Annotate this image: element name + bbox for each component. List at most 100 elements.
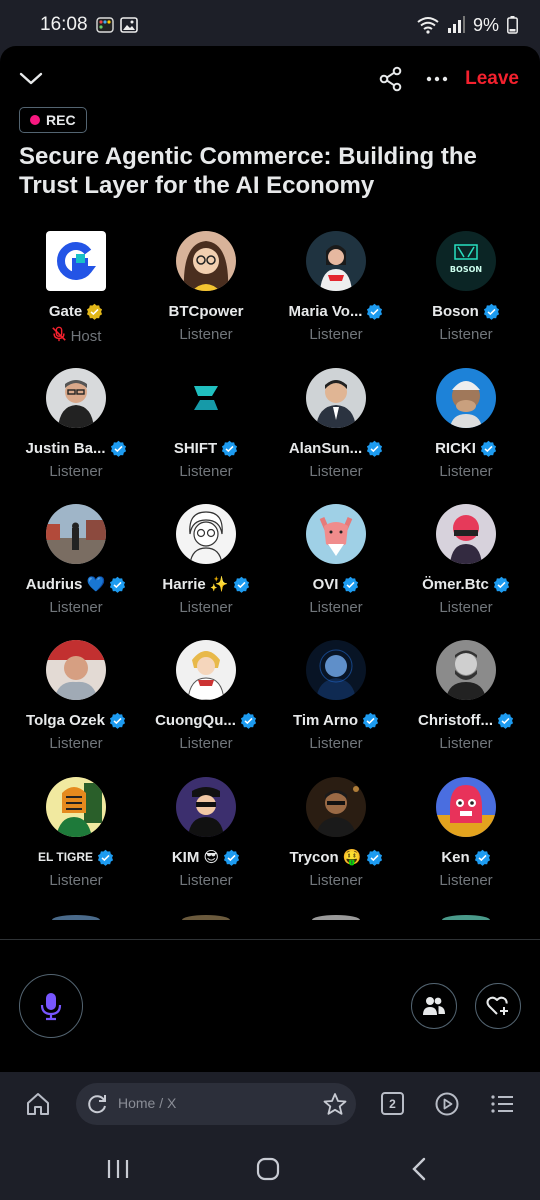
avatar[interactable] bbox=[46, 231, 106, 291]
participant-role-text: Listener bbox=[49, 872, 103, 889]
play-icon[interactable] bbox=[433, 1090, 461, 1118]
avatar[interactable] bbox=[46, 640, 106, 700]
participant[interactable]: SHIFT Listener bbox=[141, 368, 271, 488]
avatar[interactable] bbox=[436, 504, 496, 564]
home-nav-icon[interactable] bbox=[256, 1157, 280, 1181]
avatar[interactable] bbox=[176, 504, 236, 564]
more-options-icon[interactable] bbox=[424, 66, 450, 92]
avatar[interactable] bbox=[306, 368, 366, 428]
participant-name: Tolga Ozek bbox=[1, 709, 151, 731]
participant-role: Listener bbox=[141, 599, 271, 616]
avatar[interactable] bbox=[436, 777, 496, 837]
participant-role-text: Listener bbox=[179, 599, 233, 616]
avatar[interactable] bbox=[306, 231, 366, 291]
participant[interactable]: Tolga Ozek Listener bbox=[11, 640, 141, 760]
participant-role: Listener bbox=[11, 599, 141, 616]
participant[interactable]: Justin Ba... Listener bbox=[11, 368, 141, 488]
participant[interactable]: Tim Arno Listener bbox=[271, 640, 401, 760]
svg-text:BOSON: BOSON bbox=[450, 265, 482, 274]
avatar[interactable] bbox=[46, 504, 106, 564]
participant[interactable]: BTCpower Listener bbox=[141, 231, 271, 351]
participant-name-text: SHIFT bbox=[173, 439, 218, 457]
verified-badge-icon bbox=[362, 712, 379, 729]
avatar[interactable] bbox=[176, 231, 236, 291]
avatar[interactable] bbox=[46, 777, 106, 837]
participant-name: Harrie ✨ bbox=[131, 573, 281, 595]
home-icon[interactable] bbox=[24, 1090, 52, 1118]
verified-badge-icon bbox=[97, 849, 114, 866]
rec-label: REC bbox=[46, 112, 76, 128]
participant-name: Justin Ba... bbox=[1, 437, 151, 459]
participant[interactable]: RICKI Listener bbox=[401, 368, 531, 488]
participant-role: Host bbox=[11, 326, 141, 346]
participant-role-text: Listener bbox=[179, 326, 233, 343]
leave-button[interactable]: Leave bbox=[465, 68, 519, 90]
participant[interactable]: Ken Listener bbox=[401, 777, 531, 897]
avatar[interactable] bbox=[306, 504, 366, 564]
address-bar[interactable]: Home / X bbox=[76, 1083, 356, 1125]
record-dot-icon bbox=[30, 115, 40, 125]
participant-role-text: Listener bbox=[309, 872, 363, 889]
tabs-count-button[interactable]: 2 bbox=[381, 1092, 404, 1115]
participant-role-text: Listener bbox=[179, 735, 233, 752]
avatar[interactable] bbox=[176, 777, 236, 837]
participant[interactable]: AlanSun... Listener bbox=[271, 368, 401, 488]
participant-role-text: Listener bbox=[49, 463, 103, 480]
avatar[interactable] bbox=[176, 640, 236, 700]
participant[interactable]: Maria Vo... Listener bbox=[271, 231, 401, 351]
participant-name-text: OVI bbox=[312, 575, 339, 593]
battery-percent: 9% bbox=[472, 14, 499, 35]
participant-role-text: Listener bbox=[439, 599, 493, 616]
share-icon[interactable] bbox=[378, 66, 404, 92]
back-nav-icon[interactable] bbox=[408, 1157, 432, 1181]
participant[interactable]: Gate Host bbox=[11, 231, 141, 351]
avatar[interactable] bbox=[306, 777, 366, 837]
participant-role-text: Listener bbox=[49, 599, 103, 616]
participant-name: CuongQu... bbox=[131, 709, 281, 731]
avatar[interactable] bbox=[436, 640, 496, 700]
participant[interactable]: Ömer.Btc Listener bbox=[401, 504, 531, 624]
microphone-icon bbox=[40, 993, 62, 1021]
space-title: Secure Agentic Commerce: Building the Tr… bbox=[19, 143, 477, 199]
participant[interactable]: Trycon 🤑 Listener bbox=[271, 777, 401, 897]
people-button[interactable] bbox=[411, 983, 457, 1029]
participant[interactable]: CuongQu... Listener bbox=[141, 640, 271, 760]
recent-apps-icon[interactable] bbox=[105, 1158, 131, 1180]
avatar[interactable] bbox=[46, 368, 106, 428]
microphone-button[interactable] bbox=[19, 974, 83, 1038]
participant-role-text: Listener bbox=[49, 735, 103, 752]
avatar[interactable] bbox=[176, 368, 236, 428]
participant-name: KIM 😎 bbox=[131, 846, 281, 868]
avatar[interactable] bbox=[436, 368, 496, 428]
verified-gold-icon bbox=[86, 303, 103, 320]
participant[interactable]: BOSON Boson Listener bbox=[401, 231, 531, 351]
participant-name: OVI bbox=[261, 573, 411, 595]
menu-list-icon[interactable] bbox=[488, 1090, 516, 1118]
verified-badge-icon bbox=[233, 576, 250, 593]
participant-role-text: Listener bbox=[309, 463, 363, 480]
participant[interactable]: OVI Listener bbox=[271, 504, 401, 624]
react-button[interactable] bbox=[475, 983, 521, 1029]
participant-name: Trycon 🤑 bbox=[261, 846, 411, 868]
collapse-chevron-icon[interactable] bbox=[18, 66, 44, 92]
participant[interactable]: Christoff... Listener bbox=[401, 640, 531, 760]
participant-role-text: Listener bbox=[179, 872, 233, 889]
participant-role-text: Listener bbox=[439, 872, 493, 889]
participant-name: Audrius 💙 bbox=[1, 573, 151, 595]
avatar[interactable] bbox=[306, 640, 366, 700]
participant[interactable]: Audrius 💙 Listener bbox=[11, 504, 141, 624]
space-sheet: Leave REC Secure Agentic Commerce: Build… bbox=[0, 46, 540, 1072]
participant[interactable]: KIM 😎 Listener bbox=[141, 777, 271, 897]
heart-plus-icon bbox=[486, 996, 508, 1015]
participant-role: Listener bbox=[401, 872, 531, 889]
participant-role: Listener bbox=[271, 599, 401, 616]
participant[interactable]: EL TIGRE Listener bbox=[11, 777, 141, 897]
participant-role: Listener bbox=[271, 463, 401, 480]
bookmark-star-icon[interactable] bbox=[322, 1091, 348, 1117]
participant-name-text: CuongQu... bbox=[155, 711, 236, 729]
refresh-icon[interactable] bbox=[85, 1092, 109, 1116]
avatar[interactable]: BOSON bbox=[436, 231, 496, 291]
participant-role: Listener bbox=[141, 735, 271, 752]
participant[interactable]: Harrie ✨ Listener bbox=[141, 504, 271, 624]
muted-mic-icon bbox=[51, 326, 67, 346]
